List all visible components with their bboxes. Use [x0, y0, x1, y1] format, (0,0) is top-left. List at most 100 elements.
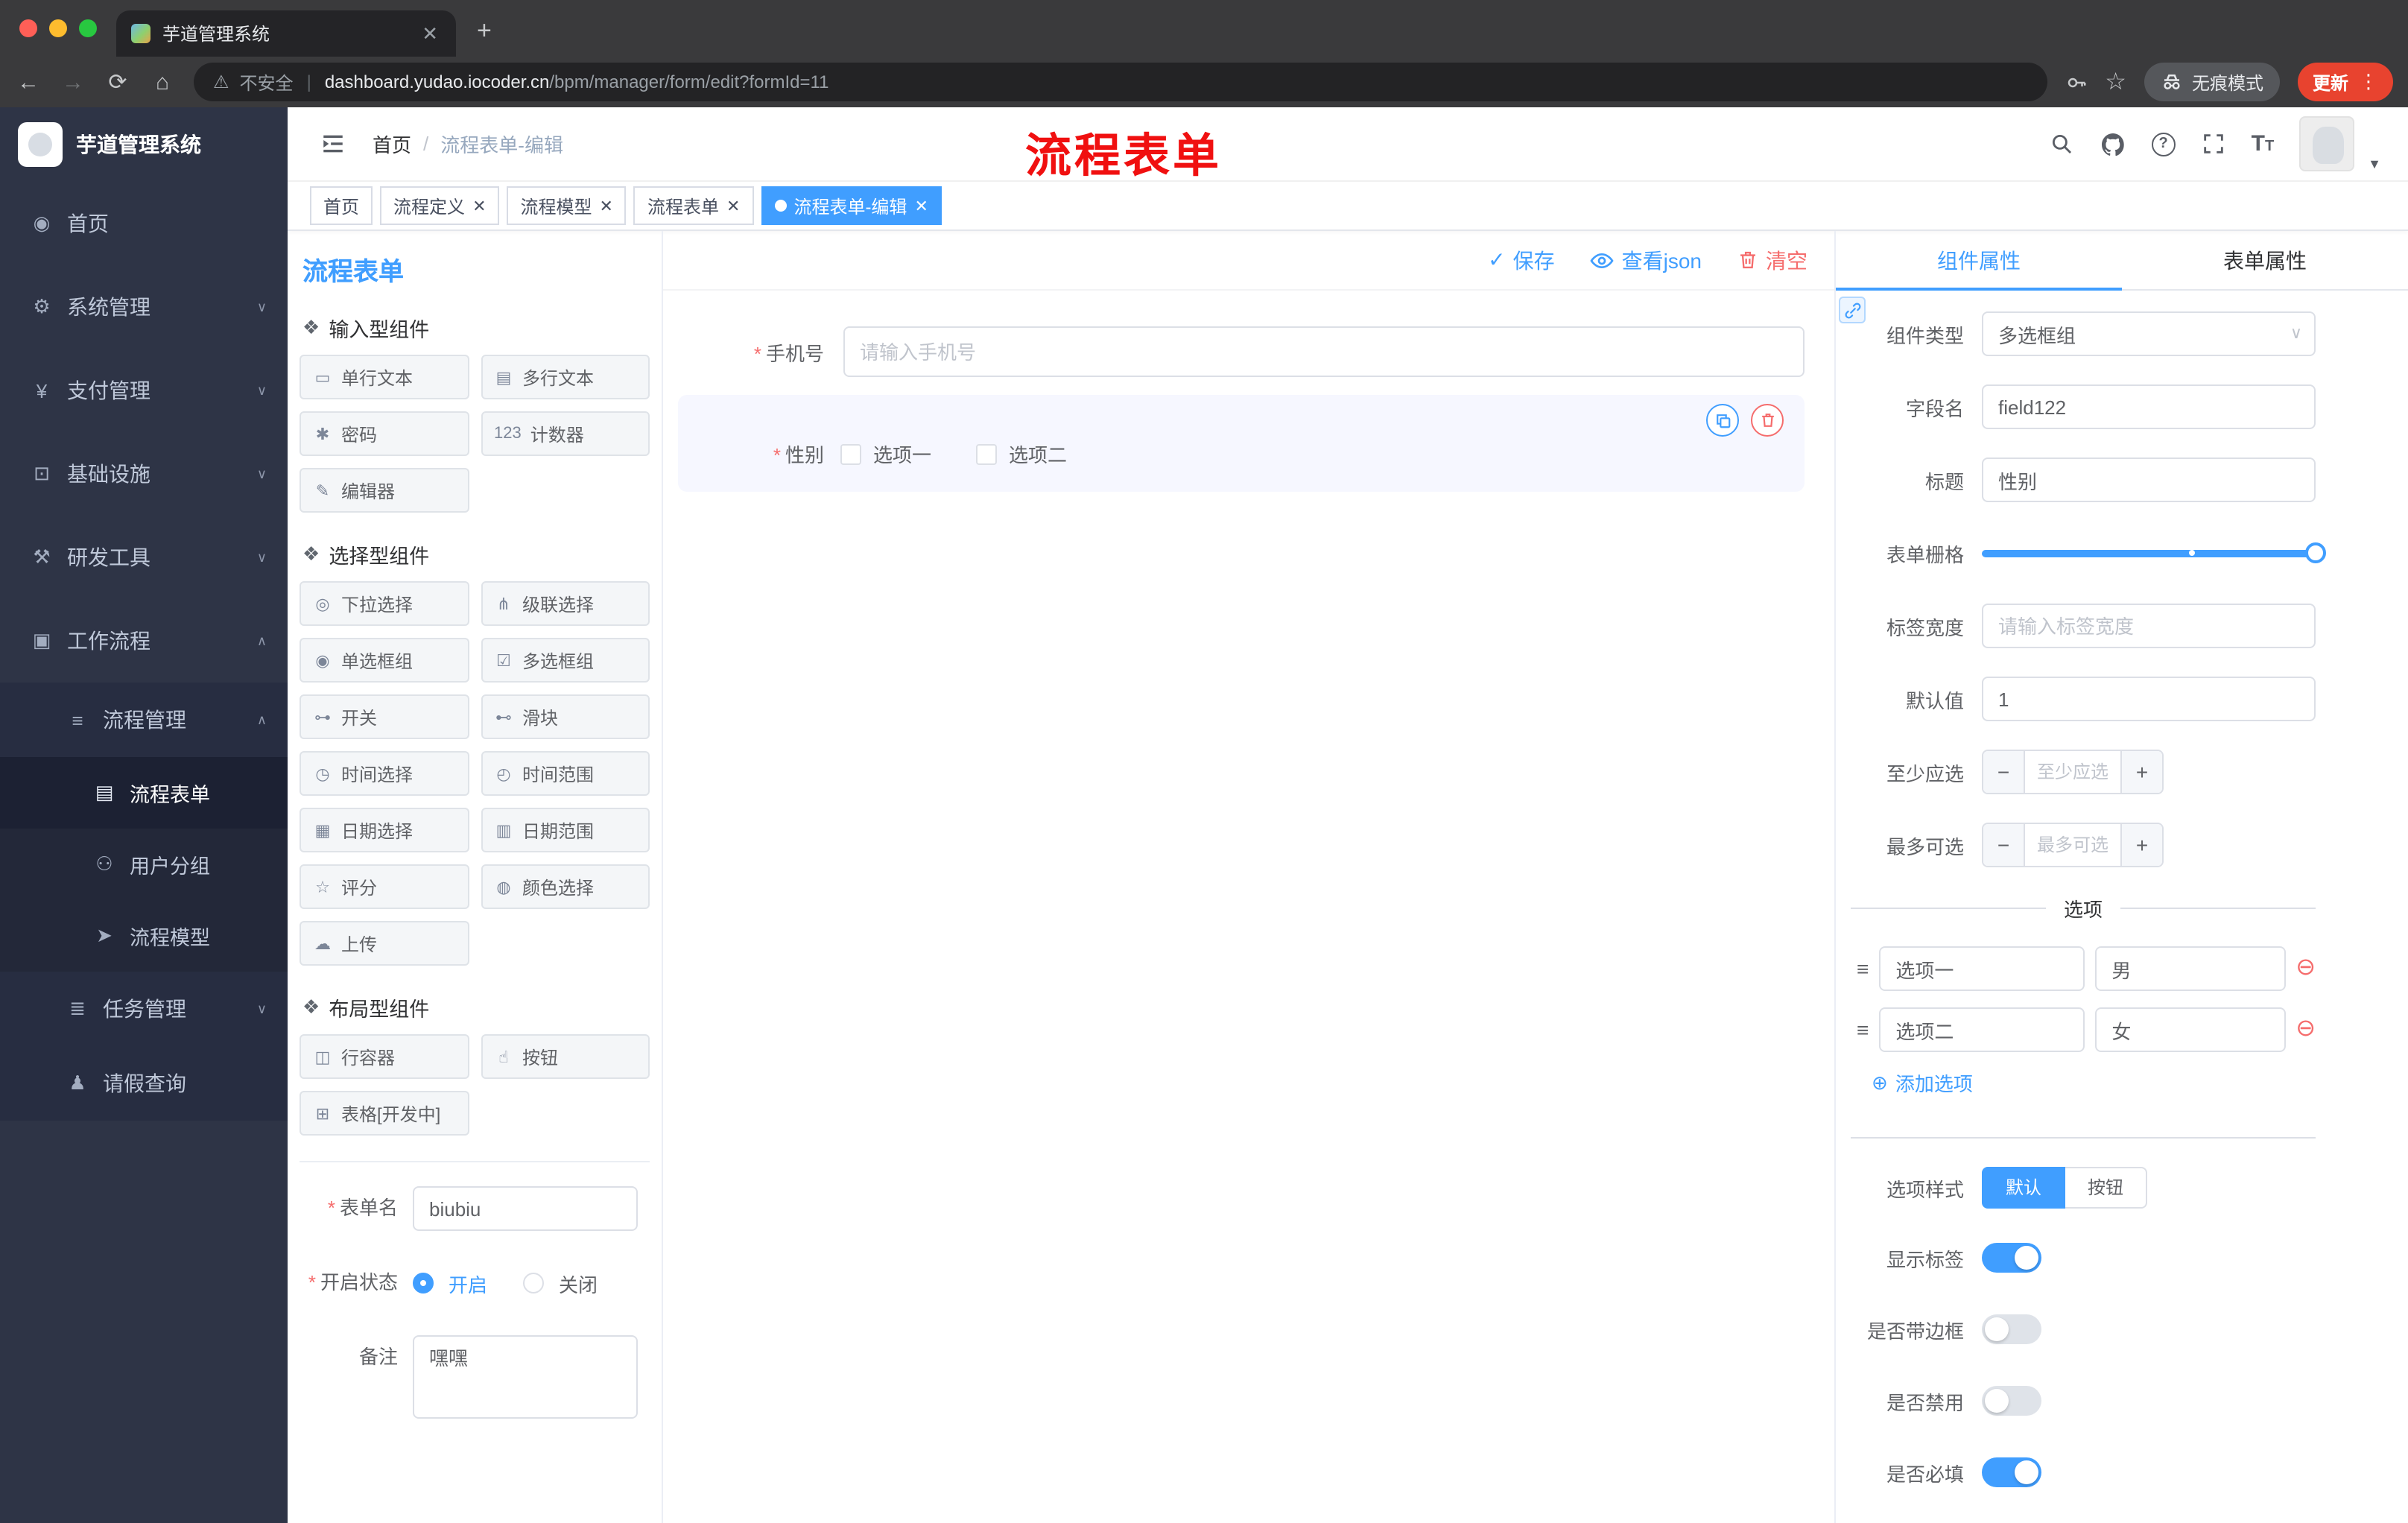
avatar[interactable] [2299, 116, 2355, 171]
disabled-toggle[interactable] [1982, 1386, 2041, 1416]
close-icon[interactable]: ✕ [914, 196, 928, 215]
new-tab-button[interactable]: + [477, 16, 492, 46]
palette-item-editor[interactable]: ✎ 编辑器 [300, 468, 469, 513]
tab-component-props[interactable]: 组件属性 [1836, 231, 2122, 291]
plus-button[interactable]: + [2120, 751, 2162, 793]
close-icon[interactable]: ✕ [472, 196, 486, 215]
palette-item-radio-group[interactable]: ◉ 单选框组 [300, 638, 469, 683]
palette-item-password[interactable]: ✱ 密码 [300, 411, 469, 456]
option-label-input[interactable] [1879, 1007, 2085, 1052]
form-name-input[interactable] [413, 1186, 638, 1231]
close-icon[interactable]: ✕ [726, 196, 740, 215]
sidebar-item-system[interactable]: ⚙ 系统管理 ∨ [0, 265, 288, 349]
label-width-input[interactable] [1982, 604, 2316, 648]
palette-item-slider[interactable]: ⊷ 滑块 [481, 694, 650, 739]
key-icon[interactable] [2065, 71, 2087, 93]
palette-item-date-range[interactable]: ▥ 日期范围 [481, 808, 650, 852]
status-on-label[interactable]: 开启 [449, 1269, 487, 1297]
bookmark-star-icon[interactable]: ☆ [2105, 67, 2126, 97]
canvas-item-gender-selected[interactable]: 性别 选项一 选项二 [678, 395, 1805, 492]
palette-item-single-text[interactable]: ▭ 单行文本 [300, 355, 469, 399]
remark-textarea[interactable]: 嘿嘿 [413, 1335, 638, 1419]
tag-process-model[interactable]: 流程模型 ✕ [507, 186, 627, 225]
checkbox-icon[interactable] [840, 443, 861, 464]
sidebar-item-leave-query[interactable]: ♟ 请假查询 [0, 1046, 288, 1121]
with-border-toggle[interactable] [1982, 1314, 2041, 1344]
max-select-input[interactable] [2025, 824, 2120, 866]
sidebar-item-task-manage[interactable]: ≣ 任务管理 ∨ [0, 972, 288, 1046]
gender-option-1[interactable]: 选项一 [840, 440, 931, 468]
search-icon[interactable] [2049, 131, 2074, 156]
tag-process-form[interactable]: 流程表单 ✕ [633, 186, 754, 225]
browser-menu-icon[interactable]: ⋮ [2359, 70, 2378, 94]
palette-item-table[interactable]: ⊞ 表格[开发中] [300, 1091, 469, 1136]
close-window-button[interactable] [19, 19, 37, 37]
browser-home-icon[interactable]: ⌂ [149, 69, 176, 95]
form-canvas[interactable]: 手机号 [663, 291, 1834, 1523]
palette-item-row-container[interactable]: ◫ 行容器 [300, 1034, 469, 1079]
tag-process-form-edit[interactable]: 流程表单-编辑 ✕ [761, 186, 942, 225]
palette-item-checkbox-group[interactable]: ☑ 多选框组 [481, 638, 650, 683]
status-off-radio[interactable] [523, 1273, 545, 1294]
minus-button[interactable]: − [1983, 751, 2025, 793]
palette-item-time-range[interactable]: ◴ 时间范围 [481, 751, 650, 796]
grid-slider[interactable] [1982, 531, 2326, 575]
view-json-button[interactable]: 查看json [1591, 245, 1702, 275]
checkbox-icon[interactable] [976, 443, 998, 464]
palette-item-date[interactable]: ▦ 日期选择 [300, 808, 469, 852]
plus-button[interactable]: + [2120, 824, 2162, 866]
slider-handle[interactable] [2305, 542, 2326, 563]
option-label-input[interactable] [1879, 946, 2085, 991]
palette-item-color[interactable]: ◍ 颜色选择 [481, 864, 650, 909]
forward-icon[interactable]: → [60, 69, 86, 95]
option-value-input[interactable] [2095, 1007, 2286, 1052]
minus-button[interactable]: − [1983, 824, 2025, 866]
copy-widget-button[interactable] [1706, 404, 1739, 437]
address-bar[interactable]: ⚠ 不安全 | dashboard.yudao.iocoder.cn/bpm/m… [194, 63, 2047, 101]
palette-item-counter[interactable]: 123 计数器 [481, 411, 650, 456]
palette-item-multi-text[interactable]: ▤ 多行文本 [481, 355, 650, 399]
status-on-radio[interactable] [413, 1273, 434, 1294]
font-size-icon[interactable]: TT [2252, 131, 2275, 156]
delete-widget-button[interactable] [1751, 404, 1784, 437]
github-icon[interactable] [2100, 130, 2126, 157]
sidebar-item-devtools[interactable]: ⚒ 研发工具 ∨ [0, 516, 288, 599]
sidebar-item-user-group[interactable]: ⚇ 用户分组 [0, 829, 288, 900]
palette-item-button[interactable]: ☝ 按钮 [481, 1034, 650, 1079]
canvas-item-phone[interactable]: 手机号 [678, 326, 1805, 377]
palette-item-rate[interactable]: ☆ 评分 [300, 864, 469, 909]
drag-handle-icon[interactable]: ≡ [1857, 1018, 1869, 1042]
help-icon[interactable]: ? [2151, 132, 2176, 156]
sidebar-item-process-manage[interactable]: ≡ 流程管理 ∧ [0, 683, 288, 757]
palette-item-select[interactable]: ◎ 下拉选择 [300, 581, 469, 626]
option-value-input[interactable] [2095, 946, 2286, 991]
drag-handle-icon[interactable]: ≡ [1857, 957, 1869, 981]
show-label-toggle[interactable] [1982, 1243, 2041, 1273]
reload-icon[interactable]: ⟳ [104, 69, 131, 95]
minimize-window-button[interactable] [49, 19, 67, 37]
tag-process-definition[interactable]: 流程定义 ✕ [380, 186, 500, 225]
palette-item-time[interactable]: ◷ 时间选择 [300, 751, 469, 796]
palette-item-switch[interactable]: ⊶ 开关 [300, 694, 469, 739]
min-select-input[interactable] [2025, 751, 2120, 793]
tab-form-props[interactable]: 表单属性 [2122, 231, 2408, 289]
sidebar-item-process-model[interactable]: ➤ 流程模型 [0, 900, 288, 972]
style-default-button[interactable]: 默认 [1982, 1167, 2066, 1209]
status-off-label[interactable]: 关闭 [559, 1269, 598, 1297]
component-type-select[interactable] [1982, 311, 2316, 356]
sidebar-item-workflow[interactable]: ▣ 工作流程 ∧ [0, 599, 288, 683]
style-button-button[interactable]: 按钮 [2065, 1167, 2148, 1209]
add-option-button[interactable]: ⊕ 添加选项 [1851, 1068, 2316, 1097]
gender-option-2[interactable]: 选项二 [976, 440, 1067, 468]
required-toggle[interactable] [1982, 1457, 2041, 1487]
link-icon-button[interactable] [1839, 297, 1866, 323]
zoom-window-button[interactable] [79, 19, 97, 37]
remove-option-icon[interactable]: ⊖ [2295, 956, 2316, 981]
palette-item-cascader[interactable]: ⋔ 级联选择 [481, 581, 650, 626]
close-icon[interactable]: ✕ [600, 196, 613, 215]
save-button[interactable]: ✓ 保存 [1488, 245, 1554, 275]
field-name-input[interactable] [1982, 384, 2316, 429]
tag-home[interactable]: 首页 [310, 186, 373, 225]
breadcrumb-home[interactable]: 首页 [373, 130, 411, 158]
phone-input[interactable] [843, 326, 1805, 377]
